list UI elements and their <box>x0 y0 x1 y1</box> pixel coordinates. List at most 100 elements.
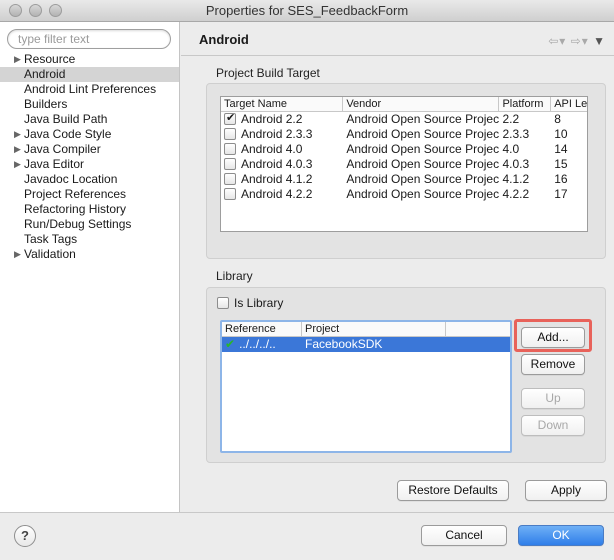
table-row[interactable]: Android 2.2 Android Open Source Project2.… <box>221 112 587 127</box>
target-api-cell: 15 <box>554 157 568 171</box>
column-header-platform[interactable]: Platform <box>499 97 552 111</box>
view-menu-icon[interactable]: ▼ <box>593 34 606 48</box>
target-api-cell: 8 <box>554 112 561 126</box>
target-checkbox[interactable] <box>224 188 236 200</box>
forward-arrow-icon[interactable]: ⇨ <box>571 34 582 48</box>
property-tree: ▶ Resource Android Android Lint Preferences… <box>0 52 179 262</box>
expand-triangle-icon[interactable]: ▶ <box>14 52 21 67</box>
sidebar-item[interactable]: ▶ Java Compiler <box>0 142 179 157</box>
target-name-cell: Android 2.2 <box>221 112 343 127</box>
target-name: Android 2.3.3 <box>241 127 313 141</box>
target-vendor-cell: Android Open Source Project <box>346 142 500 156</box>
library-table-header: Reference Project <box>222 322 510 337</box>
filter-input[interactable] <box>7 29 171 49</box>
target-vendor-cell: Android Open Source Project <box>346 112 500 126</box>
sidebar: ▶ResourceAndroidAndroid Lint Preferences… <box>0 22 180 512</box>
target-platform-cell: 4.1.2 <box>502 172 530 186</box>
is-library-option[interactable]: Is Library <box>217 296 283 311</box>
sidebar-item[interactable]: Java Build Path <box>0 112 179 127</box>
main-pane: Android ⇦▾ ⇨▾ ▼ Project Build Target Tar… <box>181 22 614 512</box>
sidebar-item[interactable]: Android Lint Preferences <box>0 82 179 97</box>
target-checkbox[interactable] <box>224 128 236 140</box>
build-target-table[interactable]: Target Name Vendor Platform API Le Andro… <box>220 96 588 232</box>
table-row[interactable]: Android 4.0.3 Android Open Source Project… <box>221 157 587 172</box>
sidebar-item-label: Run/Debug Settings <box>24 217 132 231</box>
target-checkbox[interactable] <box>224 173 236 185</box>
library-reference-row[interactable]: ✔ ../../../.. FacebookSDK <box>222 337 510 352</box>
add-library-button[interactable]: Add... <box>521 327 585 348</box>
target-api-cell: 16 <box>554 172 568 186</box>
target-platform-cell: 4.0.3 <box>502 157 530 171</box>
sidebar-item[interactable]: Task Tags <box>0 232 179 247</box>
move-up-button[interactable]: Up <box>521 388 585 409</box>
sidebar-item[interactable]: ▶ Java Editor <box>0 157 179 172</box>
reference-path: ../../../.. <box>239 337 276 351</box>
sidebar-item[interactable]: Refactoring History <box>0 202 179 217</box>
sidebar-item-label: Task Tags <box>24 232 78 246</box>
is-library-label: Is Library <box>234 296 284 310</box>
sidebar-item-label: Java Code Style <box>24 127 112 141</box>
footer-divider <box>0 512 614 513</box>
sidebar-item-label: Java Compiler <box>24 142 101 156</box>
column-header-reference[interactable]: Reference <box>222 322 302 336</box>
page-title: Android <box>199 32 249 47</box>
library-group-title: Library <box>216 269 253 283</box>
sidebar-item-label: Java Editor <box>24 157 85 171</box>
sidebar-item-label: Project References <box>24 187 127 201</box>
target-checkbox[interactable] <box>224 112 236 126</box>
target-name: Android 4.1.2 <box>241 172 313 186</box>
target-name-cell: Android 4.2.2 <box>221 187 343 202</box>
target-api-cell: 14 <box>554 142 568 156</box>
expand-triangle-icon[interactable]: ▶ <box>14 247 21 262</box>
valid-reference-check-icon: ✔ <box>225 337 236 351</box>
column-header-api-level[interactable]: API Le <box>551 97 587 111</box>
table-row[interactable]: Android 4.1.2 Android Open Source Project… <box>221 172 587 187</box>
restore-defaults-button[interactable]: Restore Defaults <box>397 480 509 501</box>
target-platform-cell: 4.2.2 <box>502 187 530 201</box>
column-header-target-name[interactable]: Target Name <box>221 97 344 111</box>
cancel-button[interactable]: Cancel <box>421 525 507 546</box>
build-target-table-header: Target Name Vendor Platform API Le <box>221 97 587 112</box>
column-header-project[interactable]: Project <box>302 322 446 336</box>
reference-project: FacebookSDK <box>305 337 383 351</box>
expand-triangle-icon[interactable]: ▶ <box>14 142 21 157</box>
title-bar: Properties for SES_FeedbackForm <box>0 0 614 22</box>
library-reference-table[interactable]: Reference Project ✔ ../../../.. FacebookS… <box>220 320 512 453</box>
sidebar-item[interactable]: ▶ Resource <box>0 52 179 67</box>
page-navigation: ⇦▾ ⇨▾ ▼ <box>548 34 606 48</box>
help-icon[interactable]: ? <box>14 525 36 547</box>
remove-library-button[interactable]: Remove <box>521 354 585 375</box>
table-row[interactable]: Android 2.3.3 Android Open Source Project… <box>221 127 587 142</box>
sidebar-item-label: Validation <box>24 247 76 261</box>
target-checkbox[interactable] <box>224 143 236 155</box>
sidebar-item[interactable]: ▶ Validation <box>0 247 179 262</box>
move-down-button[interactable]: Down <box>521 415 585 436</box>
target-vendor-cell: Android Open Source Project <box>346 157 500 171</box>
table-row[interactable]: Android 4.2.2 Android Open Source Project… <box>221 187 587 202</box>
column-header-vendor[interactable]: Vendor <box>343 97 500 111</box>
sidebar-item[interactable]: ▶ Java Code Style <box>0 127 179 142</box>
forward-menu-icon[interactable]: ▾ <box>582 34 589 48</box>
target-vendor-cell: Android Open Source Project <box>346 172 500 186</box>
back-menu-icon[interactable]: ▾ <box>559 34 566 48</box>
sidebar-item[interactable]: Android <box>0 67 179 82</box>
back-arrow-icon[interactable]: ⇦ <box>548 34 559 48</box>
is-library-checkbox[interactable] <box>217 297 229 309</box>
apply-button[interactable]: Apply <box>525 480 607 501</box>
target-name: Android 4.0 <box>241 142 303 156</box>
ok-button[interactable]: OK <box>518 525 604 546</box>
expand-triangle-icon[interactable]: ▶ <box>14 127 21 142</box>
sidebar-item[interactable]: Builders <box>0 97 179 112</box>
expand-triangle-icon[interactable]: ▶ <box>14 157 21 172</box>
target-checkbox[interactable] <box>224 158 236 170</box>
target-name-cell: Android 4.1.2 <box>221 172 343 187</box>
sidebar-item-label: Java Build Path <box>24 112 108 126</box>
target-platform-cell: 2.3.3 <box>502 127 530 141</box>
table-row[interactable]: Android 4.0 Android Open Source Project 4.… <box>221 142 587 157</box>
sidebar-item-label: Refactoring History <box>24 202 127 216</box>
sidebar-item[interactable]: Javadoc Location <box>0 172 179 187</box>
sidebar-item[interactable]: Run/Debug Settings <box>0 217 179 232</box>
sidebar-item[interactable]: Project References <box>0 187 179 202</box>
target-name: Android 4.2.2 <box>241 187 313 201</box>
build-target-group-title: Project Build Target <box>216 66 320 80</box>
